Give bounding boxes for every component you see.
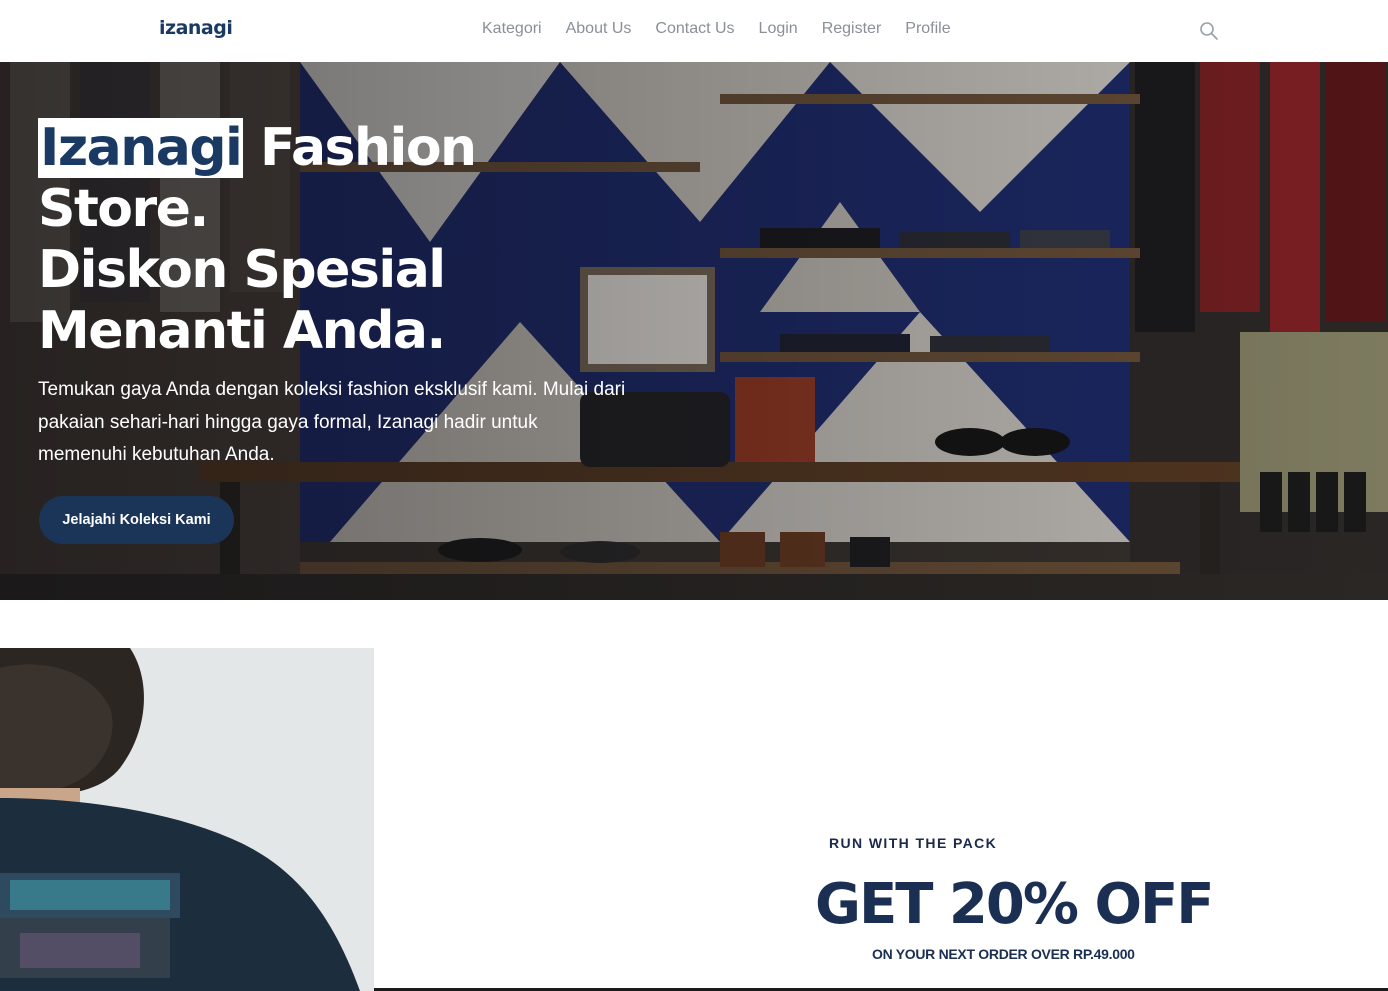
explore-collection-button[interactable]: Jelajahi Koleksi Kami: [39, 496, 234, 544]
hero-title: Izanagi Fashion Store. Diskon Spesial Me…: [38, 118, 558, 362]
hero-title-fashion: Fashion: [243, 118, 477, 178]
hero-title-brand: Izanagi: [38, 118, 244, 178]
promo-headline: GET 20% OFF: [815, 872, 1215, 937]
nav-item-profile[interactable]: Profile: [893, 20, 962, 38]
hero-title-menanti: Menanti Anda.: [38, 301, 446, 361]
nav-item-about-us[interactable]: About Us: [554, 20, 644, 38]
site-header: izanagi Kategori About Us Contact Us Log…: [0, 0, 1388, 62]
promo-tagline: RUN WITH THE PACK: [829, 835, 998, 851]
nav-item-kategori[interactable]: Kategori: [470, 20, 554, 38]
search-icon[interactable]: [1199, 21, 1219, 41]
hero-banner: Izanagi Fashion Store. Diskon Spesial Me…: [0, 62, 1388, 600]
site-logo[interactable]: izanagi: [159, 17, 233, 39]
main-nav: Kategori About Us Contact Us Login Regis…: [470, 20, 963, 38]
nav-item-login[interactable]: Login: [747, 20, 810, 38]
promo-model-photo: [0, 648, 374, 991]
hero-description: Temukan gaya Anda dengan koleksi fashion…: [38, 379, 626, 465]
nav-item-contact-us[interactable]: Contact Us: [643, 20, 746, 38]
model-tshirt-image: [0, 648, 374, 991]
nav-item-register[interactable]: Register: [810, 20, 894, 38]
promo-subline: ON YOUR NEXT ORDER OVER RP.49.000: [872, 946, 1135, 962]
hero-title-store: Store.: [38, 179, 209, 239]
hero-title-diskon: Diskon Spesial: [38, 240, 446, 300]
